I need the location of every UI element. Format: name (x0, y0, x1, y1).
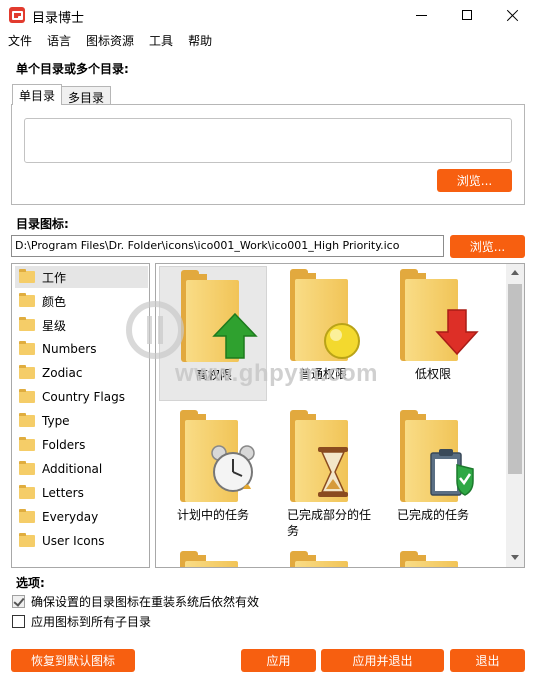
option-apply-subfolders[interactable]: 应用图标到所有子目录 (12, 613, 151, 630)
icon-cell-row3-2[interactable] (269, 548, 377, 567)
window-title: 目录博士 (32, 11, 85, 26)
folder-icon (290, 551, 348, 567)
icon-cell-row3-1[interactable] (159, 548, 267, 567)
minimize-icon (415, 14, 427, 16)
green-up-arrow-icon (212, 312, 258, 359)
folder-icon (19, 413, 35, 427)
menu-bar: 文件 语言 图标资源 工具 帮助 (0, 30, 536, 50)
red-down-arrow-icon (435, 309, 479, 356)
tab-multiple-directories[interactable]: 多目录 (61, 86, 112, 105)
tree-item-colors[interactable]: 颜色 (15, 290, 148, 312)
icon-cell-normal-priority[interactable]: 普通权限 (269, 266, 377, 401)
folder-icon (19, 461, 35, 475)
tab-single-directory[interactable]: 单目录 (12, 84, 63, 105)
folder-icon (19, 317, 35, 331)
minimize-button[interactable] (398, 0, 444, 30)
subfolders-label: 应用图标到所有子目录 (31, 615, 152, 629)
icon-grid-scrollbar[interactable] (506, 264, 524, 567)
title-bar: 目录博士 (0, 0, 536, 30)
restore-default-button[interactable]: 恢复到默认图标 (11, 649, 135, 672)
tree-item-work[interactable]: 工作 (15, 266, 148, 288)
maximize-button[interactable] (444, 0, 490, 30)
scroll-up-icon[interactable] (511, 270, 519, 275)
tree-item-letters[interactable]: Letters (15, 482, 148, 504)
tree-item-additional[interactable]: Additional (15, 458, 148, 480)
menu-file[interactable]: 文件 (0, 30, 39, 50)
folder-icon (19, 509, 35, 523)
icon-cell-row3-3[interactable] (379, 548, 487, 567)
menu-tools[interactable]: 工具 (141, 30, 180, 50)
apply-button[interactable]: 应用 (241, 649, 316, 672)
apply-and-exit-button[interactable]: 应用并退出 (321, 649, 444, 672)
tree-item-everyday[interactable]: Everyday (15, 506, 148, 528)
tree-item-user-icons[interactable]: User Icons (15, 530, 148, 552)
browse-directory-button[interactable]: 浏览... (437, 169, 512, 192)
maximize-icon (462, 10, 472, 20)
icon-cell-completed-task[interactable]: 已完成的任务 (379, 407, 487, 542)
icon-label: 计划中的任务 (177, 508, 250, 522)
icon-cell-partially-completed-task[interactable]: 已完成部分的任务 (269, 407, 377, 542)
menu-icon-resources[interactable]: 图标资源 (78, 30, 141, 50)
folder-icon (19, 533, 35, 547)
options-label: 选项: (16, 576, 45, 590)
close-icon (507, 9, 519, 21)
menu-help[interactable]: 帮助 (180, 30, 219, 50)
folder-icon (400, 551, 458, 567)
tree-item-stars[interactable]: 星级 (15, 314, 148, 336)
app-icon (9, 7, 25, 23)
folder-icon (19, 293, 35, 307)
persist-label: 确保设置的目录图标在重装系统后依然有效 (31, 595, 260, 609)
icon-cell-low-priority[interactable]: 低权限 (379, 266, 487, 401)
directory-input[interactable] (24, 118, 512, 163)
yellow-circle-icon (324, 323, 360, 359)
scroll-down-icon[interactable] (511, 555, 519, 560)
persist-checkbox[interactable] (12, 595, 25, 608)
icon-label: 已完成的任务 (397, 508, 470, 522)
close-button[interactable] (490, 0, 536, 30)
folder-icon (19, 437, 35, 451)
icon-label: 普通权限 (298, 367, 347, 381)
folder-icon (180, 551, 238, 567)
tree-item-type[interactable]: Type (15, 410, 148, 432)
tree-item-country-flags[interactable]: Country Flags (15, 386, 148, 408)
folder-icon (19, 365, 35, 379)
category-tree: 工作 颜色 星级 Numbers Zodiac Country Flags Ty… (11, 263, 150, 568)
tree-item-numbers[interactable]: Numbers (15, 338, 148, 360)
folder-icon (19, 389, 35, 403)
option-persist[interactable]: 确保设置的目录图标在重装系统后依然有效 (12, 593, 259, 610)
scroll-thumb[interactable] (508, 284, 522, 474)
alarm-clock-icon (211, 445, 255, 492)
browse-icon-button[interactable]: 浏览... (450, 235, 525, 258)
icon-path-input[interactable]: D:\Program Files\Dr. Folder\icons\ico001… (11, 235, 444, 257)
directory-icon-label: 目录图标: (16, 217, 69, 231)
icon-label: 高权限 (195, 368, 232, 382)
icon-label: 低权限 (414, 367, 451, 381)
subfolders-checkbox[interactable] (12, 615, 25, 628)
folder-icon (19, 269, 35, 283)
exit-button[interactable]: 退出 (450, 649, 525, 672)
clipboard-check-icon (430, 449, 474, 496)
icon-label: 已完成部分的任务 (287, 508, 372, 538)
icon-cell-high-priority[interactable]: 高权限 (159, 266, 267, 401)
hourglass-icon (318, 447, 348, 497)
folder-icon (19, 485, 35, 499)
icon-grid: 高权限 普通权限 低权限 计划中的任务 已完成部分的任务 已完成的任务 (155, 263, 525, 568)
directory-section-label: 单个目录或多个目录: (16, 62, 129, 76)
tree-item-zodiac[interactable]: Zodiac (15, 362, 148, 384)
tree-item-folders[interactable]: Folders (15, 434, 148, 456)
folder-icon (19, 341, 35, 355)
icon-cell-planned-task[interactable]: 计划中的任务 (159, 407, 267, 542)
menu-language[interactable]: 语言 (39, 30, 78, 50)
